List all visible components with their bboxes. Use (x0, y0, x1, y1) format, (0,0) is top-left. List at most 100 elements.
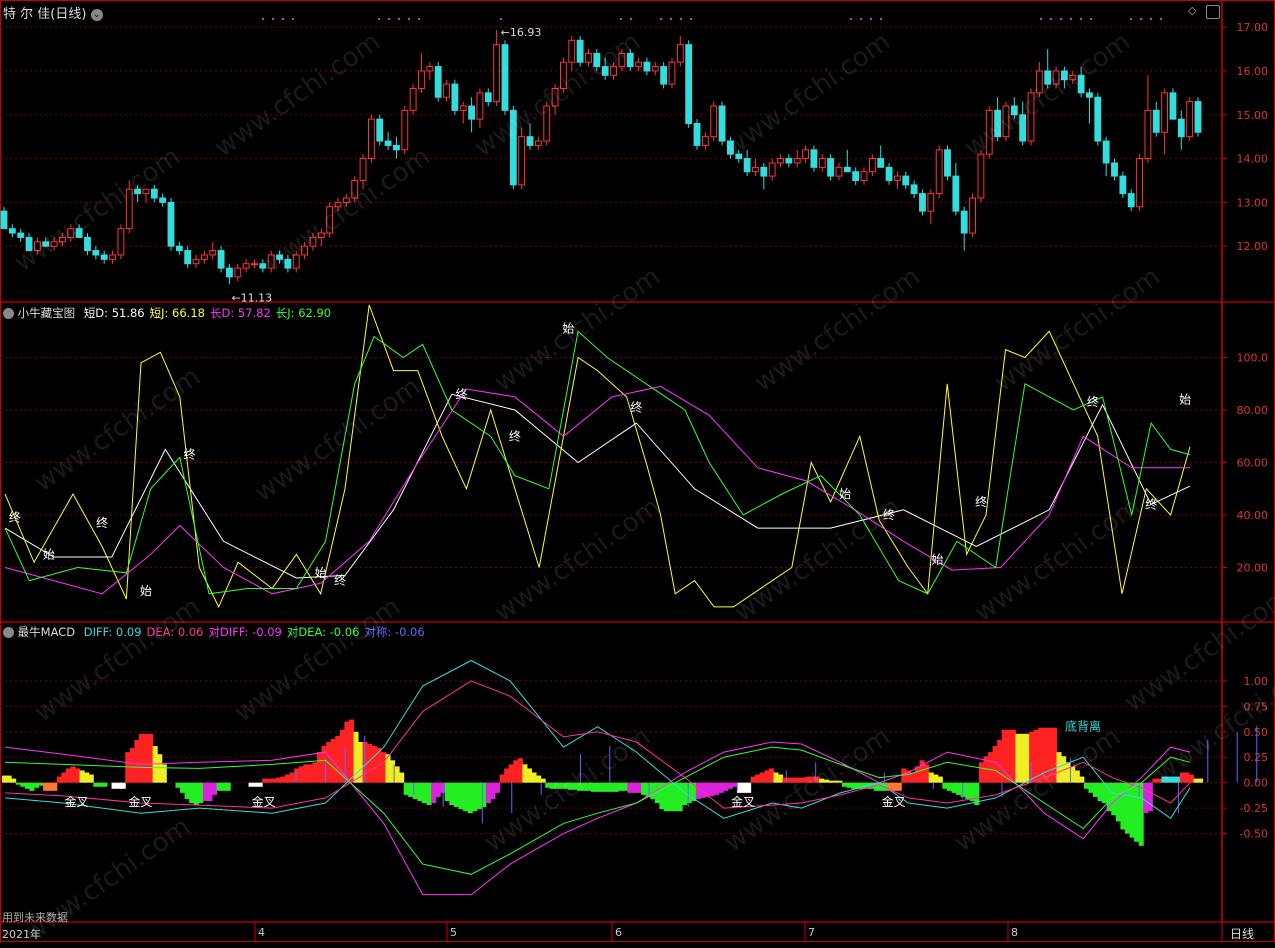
diamond-icon[interactable]: ◇ (1188, 4, 1196, 17)
macd-histogram-bar (463, 782, 469, 812)
macd-histogram-bar (965, 782, 971, 799)
candle-body (209, 250, 217, 256)
macd-histogram-bar (431, 782, 437, 804)
macd-histogram-bar (216, 782, 222, 791)
candle-body (818, 158, 826, 168)
macd-histogram-bar (93, 782, 99, 787)
macd-histogram-bar (289, 772, 295, 783)
macd-histogram-bar (627, 782, 633, 793)
macd-histogram-bar (928, 772, 934, 783)
gear-icon[interactable] (3, 308, 14, 319)
event-dot (670, 18, 672, 20)
candle-body (393, 144, 400, 151)
candle-body (910, 184, 918, 195)
macd-histogram-bar (1115, 782, 1121, 822)
price-tick-label: 17.00 (1237, 21, 1269, 34)
candle-body (175, 245, 183, 252)
macd-histogram-bar (778, 774, 784, 783)
candle-body (234, 267, 242, 278)
kdj-value-长D: 长D: 57.82 (209, 306, 271, 320)
macd-histogram-bar (6, 775, 12, 783)
macd-histogram-bar (335, 735, 341, 783)
candle-body (443, 83, 450, 98)
macd-histogram-bar (280, 776, 286, 783)
candle-body (100, 254, 108, 260)
macd-tick-label: -0.50 (1240, 828, 1268, 841)
candle-body (384, 140, 392, 146)
macd-histogram-bar (526, 768, 533, 783)
kdj-tick-label: 60.00 (1237, 457, 1269, 470)
macd-histogram-bar (184, 782, 190, 799)
window-toggle-icon[interactable] (1206, 5, 1220, 19)
macd-histogram-bar (275, 777, 281, 783)
candle-body (1186, 101, 1194, 138)
chevron-down-icon[interactable]: ⌄ (90, 8, 103, 21)
macd-histogram-bar (476, 782, 482, 810)
candle-body (84, 236, 91, 252)
period-tab-daily[interactable]: 日线 (1230, 925, 1254, 942)
candle-body (259, 263, 267, 269)
event-dot (620, 18, 622, 20)
macd-histogram-bar (1019, 733, 1026, 783)
macd-histogram-bar (403, 782, 409, 795)
macd-histogram-bar (1093, 782, 1099, 797)
kdj-signal-label: 始 (315, 566, 327, 580)
candle-body (752, 166, 759, 173)
candle-body (459, 105, 467, 111)
candle-body (969, 197, 976, 234)
macd-histogram-bar (1088, 782, 1094, 793)
macd-histogram-bar (604, 782, 610, 792)
macd-histogram-bar (919, 760, 925, 783)
price-tick-label: 12.00 (1237, 240, 1269, 253)
macd-histogram-bar (134, 739, 140, 783)
candle-body (493, 44, 501, 103)
macd-histogram-bar (417, 782, 423, 801)
macd-histogram-bar (189, 782, 195, 804)
kdj-signal-label: 始 (140, 584, 152, 598)
macd-histogram-bar (298, 766, 304, 783)
candle-body (200, 254, 208, 260)
kdj-signal-label: 终 (9, 510, 21, 525)
event-dot (1070, 18, 1072, 20)
event-dot (1090, 18, 1092, 20)
macd-histogram-bar (846, 782, 852, 788)
candle-body (426, 66, 434, 72)
macd-histogram-bar (942, 782, 948, 789)
month-label-8: 8 (1011, 926, 1018, 939)
candle-body (760, 166, 768, 177)
candle-body (159, 197, 167, 203)
candle-body (635, 61, 642, 68)
macd-histogram-bar (636, 782, 642, 793)
event-dot (1050, 18, 1052, 20)
price-tick-label: 15.00 (1237, 109, 1269, 122)
candle-body (668, 61, 676, 85)
macd-histogram-bar (33, 782, 40, 788)
gear-icon[interactable] (3, 627, 14, 638)
macd-histogram-bar (47, 782, 53, 791)
event-dot (1160, 18, 1162, 20)
candle-body (785, 158, 793, 164)
macd-histogram-bar (618, 782, 624, 791)
macd-histogram-bar (522, 764, 528, 783)
candle-body (1169, 92, 1177, 120)
kdj-value-短D: 短D: 51.86 (83, 306, 145, 320)
macd-histogram-bar (631, 782, 638, 793)
candle-body (743, 158, 751, 173)
kdj-signal-label: 终 (975, 494, 987, 509)
kdj-values: 短D: 51.86 短J: 66.18 长D: 57.82 长J: 62.90 (79, 306, 331, 320)
candle-body (568, 39, 576, 63)
macd-histogram-bar (193, 782, 199, 806)
month-label-5: 5 (450, 926, 457, 939)
kdj-signal-label: 始 (931, 553, 943, 567)
macd-histogram-bar (851, 782, 857, 789)
candle-body (476, 92, 484, 120)
macd-histogram-bar (198, 782, 204, 804)
chart-canvas: 17.00 16.00 15.00 14.00 13.00 12.00 ←16.93 ←11.… (0, 0, 1275, 942)
macd-histogram-bar (750, 776, 756, 783)
macd-histogram-bar (472, 782, 478, 812)
event-dot (1080, 18, 1082, 20)
macd-histogram-bar (399, 772, 405, 783)
golden-cross-label: 金叉 (128, 794, 152, 809)
macd-histogram-bar (84, 772, 90, 783)
macd-histogram-bar (1147, 782, 1153, 812)
